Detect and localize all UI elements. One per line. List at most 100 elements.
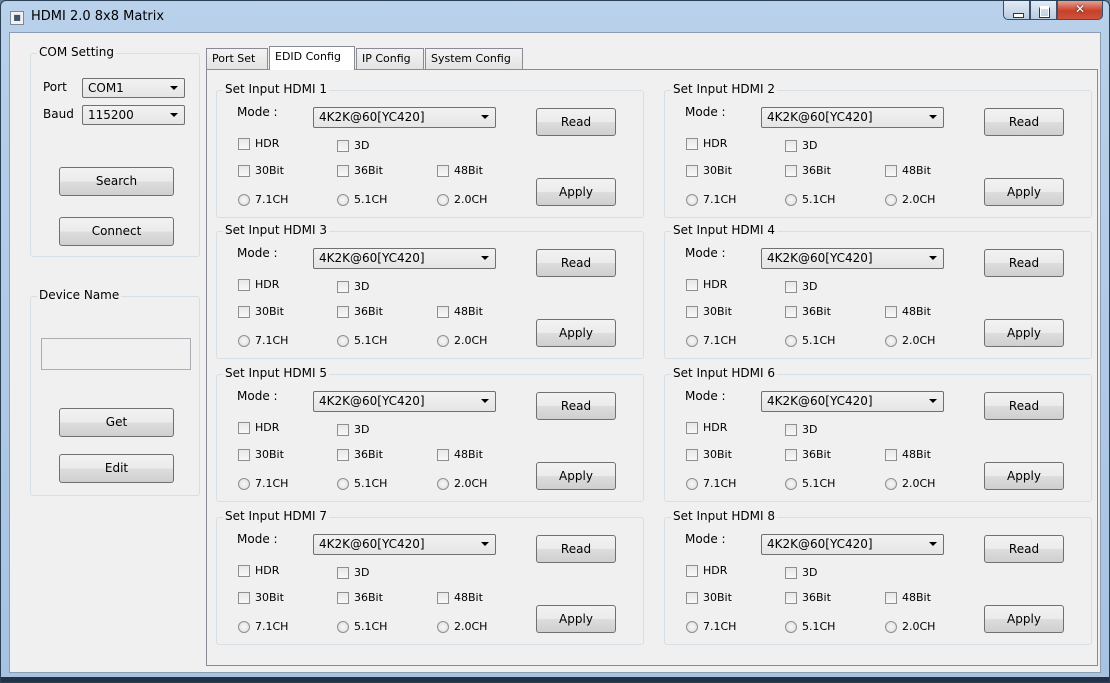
title-bar[interactable]: ■ HDMI 2.0 8x8 Matrix ✕ <box>1 1 1109 31</box>
36bit-checkbox[interactable] <box>785 449 797 461</box>
tab-edid-config[interactable]: EDID Config <box>269 46 355 70</box>
tab-system-config[interactable]: System Config <box>425 48 523 69</box>
device-name-field[interactable] <box>41 338 191 370</box>
2-0ch-radio[interactable] <box>885 335 897 347</box>
2-0ch-radio[interactable] <box>437 621 449 633</box>
mode-select[interactable]: 4K2K@60[YC420] <box>313 248 496 269</box>
30bit-checkbox[interactable] <box>238 449 250 461</box>
3d-checkbox[interactable] <box>337 281 349 293</box>
mode-select[interactable]: 4K2K@60[YC420] <box>761 391 944 412</box>
mode-select[interactable]: 4K2K@60[YC420] <box>761 107 944 128</box>
2-0ch-radio[interactable] <box>437 478 449 490</box>
hdr-checkbox[interactable] <box>238 565 250 577</box>
read-button[interactable]: Read <box>536 535 616 563</box>
7-1ch-radio[interactable] <box>238 621 250 633</box>
apply-button[interactable]: Apply <box>984 462 1064 490</box>
48bit-checkbox[interactable] <box>885 592 897 604</box>
48bit-checkbox[interactable] <box>437 306 449 318</box>
36bit-checkbox[interactable] <box>337 592 349 604</box>
mode-select[interactable]: 4K2K@60[YC420] <box>313 534 496 555</box>
7-1ch-radio[interactable] <box>686 194 698 206</box>
36bit-checkbox[interactable] <box>337 449 349 461</box>
apply-button[interactable]: Apply <box>984 178 1064 206</box>
search-button[interactable]: Search <box>59 167 174 196</box>
5-1ch-radio[interactable] <box>785 335 797 347</box>
3d-checkbox[interactable] <box>785 567 797 579</box>
hdr-checkbox[interactable] <box>238 422 250 434</box>
3d-checkbox[interactable] <box>337 140 349 152</box>
36bit-checkbox[interactable] <box>785 592 797 604</box>
3d-checkbox[interactable] <box>785 281 797 293</box>
3d-checkbox[interactable] <box>337 567 349 579</box>
3d-checkbox[interactable] <box>785 424 797 436</box>
hdr-checkbox[interactable] <box>686 422 698 434</box>
edit-button[interactable]: Edit <box>59 454 174 483</box>
30bit-checkbox[interactable] <box>238 306 250 318</box>
tab-ip-config[interactable]: IP Config <box>356 48 424 69</box>
7-1ch-radio[interactable] <box>686 621 698 633</box>
hdr-checkbox[interactable] <box>238 279 250 291</box>
3d-checkbox[interactable] <box>785 140 797 152</box>
5-1ch-radio[interactable] <box>785 194 797 206</box>
apply-button[interactable]: Apply <box>536 462 616 490</box>
hdr-checkbox[interactable] <box>238 138 250 150</box>
36bit-checkbox[interactable] <box>337 306 349 318</box>
mode-select[interactable]: 4K2K@60[YC420] <box>313 107 496 128</box>
48bit-checkbox[interactable] <box>437 449 449 461</box>
apply-button[interactable]: Apply <box>536 319 616 347</box>
7-1ch-radio[interactable] <box>686 478 698 490</box>
mode-select[interactable]: 4K2K@60[YC420] <box>313 391 496 412</box>
apply-button[interactable]: Apply <box>536 178 616 206</box>
apply-button[interactable]: Apply <box>984 605 1064 633</box>
mode-select[interactable]: 4K2K@60[YC420] <box>761 534 944 555</box>
port-select[interactable]: COM1 <box>82 78 185 98</box>
48bit-checkbox[interactable] <box>885 449 897 461</box>
apply-button[interactable]: Apply <box>984 319 1064 347</box>
5-1ch-radio[interactable] <box>337 335 349 347</box>
30bit-checkbox[interactable] <box>686 592 698 604</box>
36bit-checkbox[interactable] <box>785 165 797 177</box>
2-0ch-radio[interactable] <box>437 335 449 347</box>
48bit-checkbox[interactable] <box>437 592 449 604</box>
apply-button[interactable]: Apply <box>536 605 616 633</box>
mode-select[interactable]: 4K2K@60[YC420] <box>761 248 944 269</box>
close-button[interactable]: ✕ <box>1057 1 1103 20</box>
30bit-checkbox[interactable] <box>238 165 250 177</box>
5-1ch-radio[interactable] <box>337 621 349 633</box>
36bit-checkbox[interactable] <box>785 306 797 318</box>
maximize-button[interactable] <box>1030 1 1057 20</box>
3d-checkbox[interactable] <box>337 424 349 436</box>
connect-button[interactable]: Connect <box>59 217 174 246</box>
read-button[interactable]: Read <box>536 249 616 277</box>
5-1ch-radio[interactable] <box>337 478 349 490</box>
read-button[interactable]: Read <box>984 249 1064 277</box>
5-1ch-radio[interactable] <box>785 621 797 633</box>
read-button[interactable]: Read <box>536 108 616 136</box>
30bit-checkbox[interactable] <box>686 306 698 318</box>
2-0ch-radio[interactable] <box>885 194 897 206</box>
7-1ch-radio[interactable] <box>238 478 250 490</box>
2-0ch-radio[interactable] <box>885 621 897 633</box>
36bit-checkbox[interactable] <box>337 165 349 177</box>
get-button[interactable]: Get <box>59 408 174 437</box>
read-button[interactable]: Read <box>984 108 1064 136</box>
5-1ch-radio[interactable] <box>337 194 349 206</box>
minimize-button[interactable] <box>1003 1 1030 20</box>
baud-select[interactable]: 115200 <box>82 105 185 125</box>
5-1ch-radio[interactable] <box>785 478 797 490</box>
read-button[interactable]: Read <box>984 535 1064 563</box>
7-1ch-radio[interactable] <box>238 194 250 206</box>
30bit-checkbox[interactable] <box>238 592 250 604</box>
30bit-checkbox[interactable] <box>686 165 698 177</box>
read-button[interactable]: Read <box>984 392 1064 420</box>
7-1ch-radio[interactable] <box>686 335 698 347</box>
7-1ch-radio[interactable] <box>238 335 250 347</box>
30bit-checkbox[interactable] <box>686 449 698 461</box>
read-button[interactable]: Read <box>536 392 616 420</box>
48bit-checkbox[interactable] <box>885 165 897 177</box>
hdr-checkbox[interactable] <box>686 138 698 150</box>
hdr-checkbox[interactable] <box>686 565 698 577</box>
2-0ch-radio[interactable] <box>437 194 449 206</box>
tab-port-set[interactable]: Port Set <box>206 48 268 69</box>
48bit-checkbox[interactable] <box>885 306 897 318</box>
